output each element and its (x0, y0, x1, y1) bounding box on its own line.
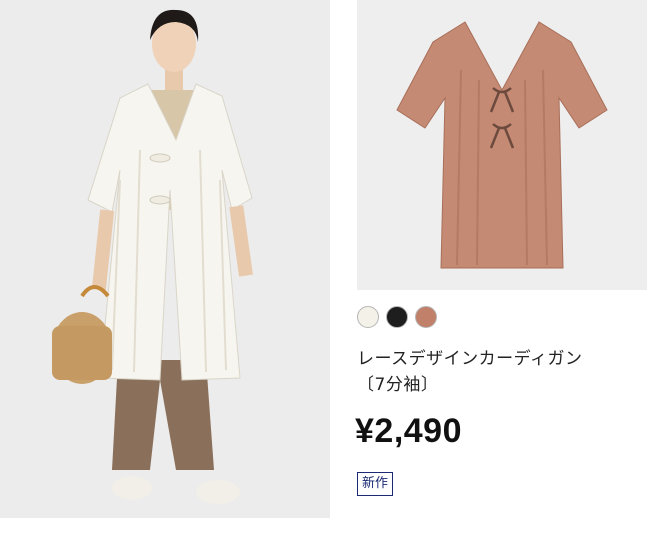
new-badge: 新作 (357, 472, 394, 496)
swatch-off-white[interactable] (357, 306, 379, 328)
product-name-line1[interactable]: レースデザインカーディガン (357, 346, 647, 372)
product-photo[interactable] (357, 0, 647, 290)
brown-lace-cardigan-image (357, 0, 647, 290)
product-name-line2[interactable]: 〔7分袖〕 (357, 372, 647, 398)
model-wearing-cardigan-image (0, 0, 330, 518)
color-swatches (357, 306, 437, 328)
model-photo[interactable] (0, 0, 330, 518)
swatch-black[interactable] (386, 306, 408, 328)
product-name[interactable]: レースデザインカーディガン 〔7分袖〕 (357, 346, 647, 398)
swatch-brown[interactable] (415, 306, 437, 328)
product-price: ¥2,490 (355, 412, 462, 450)
